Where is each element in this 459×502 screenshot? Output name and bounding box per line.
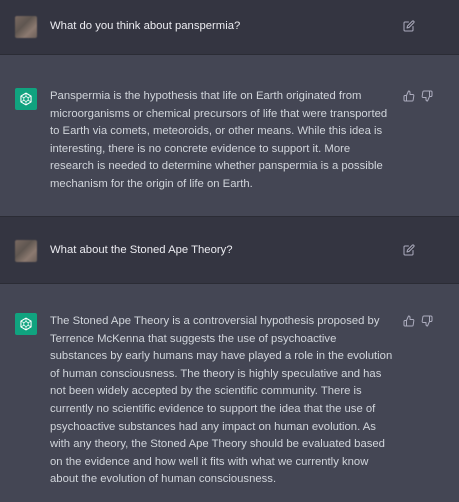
assistant-message-text: The Stoned Ape Theory is a controversial… xyxy=(50,315,393,486)
openai-logo-icon xyxy=(15,313,37,335)
openai-logo-icon xyxy=(15,88,37,110)
thumbs-down-icon[interactable] xyxy=(421,90,433,102)
feedback-buttons xyxy=(403,315,433,327)
chat-thread: What do you think about panspermia? Pans… xyxy=(0,0,459,502)
edit-icon[interactable] xyxy=(403,20,415,32)
user-message-text: What do you think about panspermia? xyxy=(50,20,241,32)
user-message-text: What about the Stoned Ape Theory? xyxy=(50,244,233,256)
assistant-message-row: The Stoned Ape Theory is a controversial… xyxy=(0,284,459,502)
thumbs-up-icon[interactable] xyxy=(403,90,415,102)
thumbs-up-icon[interactable] xyxy=(403,315,415,327)
edit-icon[interactable] xyxy=(403,244,415,256)
user-message-row: What about the Stoned Ape Theory? xyxy=(0,217,459,284)
user-avatar xyxy=(15,16,37,38)
thumbs-down-icon[interactable] xyxy=(421,315,433,327)
user-avatar xyxy=(15,240,37,262)
assistant-message-text: Panspermia is the hypothesis that life o… xyxy=(50,90,388,190)
user-message-row: What do you think about panspermia? xyxy=(0,0,459,55)
assistant-message-row: Panspermia is the hypothesis that life o… xyxy=(0,55,459,217)
feedback-buttons xyxy=(403,90,433,102)
